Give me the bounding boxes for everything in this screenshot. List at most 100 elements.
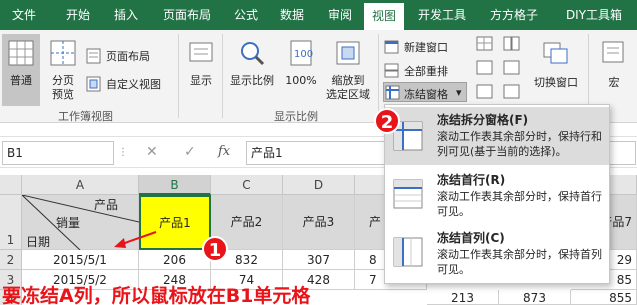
unhide-icon[interactable] <box>476 84 494 100</box>
column-header[interactable]: C <box>211 175 283 195</box>
macros-icon <box>602 41 624 63</box>
arrange-all-button[interactable]: 全部重排 <box>384 62 466 80</box>
instruction-caption: 要冻结A列，所以鼠标放在B1单元格 <box>2 285 311 305</box>
normal-view-button[interactable]: 普通 <box>2 34 40 106</box>
new-window-button[interactable]: 新建窗口 <box>384 38 466 56</box>
tab-home[interactable]: 开始 <box>56 0 100 30</box>
normal-view-label: 普通 <box>10 74 32 87</box>
select-all-corner[interactable] <box>0 175 22 195</box>
cell-b2[interactable]: 206 <box>139 250 211 270</box>
custom-views-label: 自定义视图 <box>106 78 161 91</box>
tab-diy-toolbox[interactable]: DIY工具箱 <box>554 0 634 30</box>
ribbon-separator <box>378 34 379 118</box>
svg-text:100: 100 <box>294 49 313 60</box>
column-header[interactable]: A <box>22 175 139 195</box>
custom-views-icon <box>86 76 101 92</box>
column-header[interactable]: B <box>139 175 211 195</box>
row-header[interactable]: 2 <box>0 250 22 270</box>
step-badge-2: 2 <box>374 108 400 134</box>
zoom-button[interactable]: 显示比例 <box>226 34 278 106</box>
header-product-label: 产品 <box>94 198 119 212</box>
zoom-to-selection-button[interactable]: 缩放到 选定区域 <box>322 34 374 106</box>
new-window-label: 新建窗口 <box>404 41 448 54</box>
insert-function-icon[interactable]: fx <box>218 144 230 159</box>
switch-windows-icon <box>543 42 568 64</box>
zoom-label: 显示比例 <box>230 74 274 87</box>
switch-windows-button[interactable]: 切换窗口 <box>528 34 584 106</box>
tab-page-layout[interactable]: 页面布局 <box>152 0 222 30</box>
custom-views-button[interactable]: 自定义视图 <box>86 74 176 94</box>
cell-g4[interactable]: 873 <box>499 290 571 305</box>
freeze-panes-menu-item[interactable]: 冻结拆分窗格(F) 滚动工作表其余部分时，保持行和列可见(基于当前的选择)。 <box>385 107 609 165</box>
page-break-preview-icon <box>50 40 76 66</box>
show-label: 显示 <box>190 74 212 87</box>
freeze-top-row-icon <box>393 179 423 209</box>
header-date-label: 日期 <box>26 235 51 249</box>
row-header[interactable]: 1 <box>0 195 22 250</box>
cell-d1[interactable]: 产品3 <box>283 195 355 250</box>
reset-window-icon[interactable] <box>503 84 521 100</box>
show-button[interactable]: 显示 <box>184 34 218 106</box>
freeze-first-column-description: 滚动工作表其余部分时，保持首列可见。 <box>437 248 602 276</box>
cell-d2[interactable]: 307 <box>283 250 355 270</box>
page-layout-icon <box>86 48 101 64</box>
freeze-panes-menu: 冻结拆分窗格(F) 滚动工作表其余部分时，保持行和列可见(基于当前的选择)。 冻… <box>384 104 610 284</box>
enter-icon[interactable]: ✓ <box>184 144 196 160</box>
tab-developer[interactable]: 开发工具 <box>410 0 474 30</box>
freeze-first-column-title: 冻结首列(C) <box>437 231 505 245</box>
tab-review[interactable]: 审阅 <box>318 0 362 30</box>
tab-insert[interactable]: 插入 <box>104 0 148 30</box>
tab-view[interactable]: 视图 <box>364 3 404 30</box>
cell-f4[interactable]: 213 <box>427 290 499 305</box>
switch-windows-label: 切换窗口 <box>534 76 578 89</box>
arrow-annotation <box>114 231 157 248</box>
page-layout-view-button[interactable]: 页面布局 <box>86 46 172 66</box>
tab-data[interactable]: 数据 <box>270 0 314 30</box>
magnifier-icon <box>241 42 265 66</box>
arrange-all-label: 全部重排 <box>404 65 448 78</box>
show-icon <box>189 42 213 62</box>
zoom-100-button[interactable]: 100 100% <box>282 34 320 106</box>
name-box[interactable]: B1 <box>2 141 114 165</box>
step-badge-1: 1 <box>202 236 228 262</box>
freeze-top-row-description: 滚动工作表其余部分时，保持首行可见。 <box>437 190 602 218</box>
normal-view-icon <box>8 40 34 66</box>
column-header[interactable]: D <box>283 175 355 195</box>
page-layout-label: 页面布局 <box>106 50 150 63</box>
freeze-first-column-menu-item[interactable]: 冻结首列(C) 滚动工作表其余部分时，保持首列可见。 <box>385 225 609 283</box>
zoom-to-selection-label: 缩放到 选定区域 <box>326 74 370 101</box>
split-icon[interactable] <box>476 36 494 52</box>
freeze-panes-icon <box>385 85 400 100</box>
freeze-panes-button[interactable]: 冻结窗格 ▾ <box>383 82 467 102</box>
ribbon-tab-bar: 文件 开始 插入 页面布局 公式 数据 审阅 视图 开发工具 方方格子 DIY工… <box>0 0 637 30</box>
zoom-group-label: 显示比例 <box>274 110 318 123</box>
freeze-top-row-title: 冻结首行(R) <box>437 173 506 187</box>
tab-formulas[interactable]: 公式 <box>224 0 268 30</box>
page-break-preview-button[interactable]: 分页 预览 <box>44 34 82 106</box>
macros-label: 宏 <box>608 76 620 89</box>
cell-h4[interactable]: 855 <box>571 290 637 305</box>
cell-a2[interactable]: 2015/5/1 <box>22 250 139 270</box>
macros-button[interactable]: 宏 <box>594 34 634 106</box>
cancel-icon[interactable]: ✕ <box>146 144 158 160</box>
tab-file[interactable]: 文件 <box>2 0 46 30</box>
workbook-views-group-label: 工作簿视图 <box>58 110 113 123</box>
zoom-100-label: 100% <box>285 74 317 87</box>
view-side-by-side-icon[interactable] <box>503 36 521 52</box>
freeze-panes-description: 滚动工作表其余部分时，保持行和列可见(基于当前的选择)。 <box>437 130 602 158</box>
more-icon: ⋮ <box>118 147 128 158</box>
tab-fangfang[interactable]: 方方格子 <box>478 0 550 30</box>
header-sales-label: 销量 <box>56 216 81 230</box>
freeze-first-column-icon <box>393 237 423 267</box>
freeze-panes-title: 冻结拆分窗格(F) <box>437 113 529 127</box>
chevron-down-icon: ▾ <box>456 86 462 99</box>
zoom-100-icon: 100 <box>290 40 313 66</box>
freeze-top-row-menu-item[interactable]: 冻结首行(R) 滚动工作表其余部分时，保持首行可见。 <box>385 167 609 225</box>
arrange-all-icon <box>384 63 399 78</box>
page-break-preview-label: 分页 预览 <box>52 74 74 101</box>
ribbon-separator <box>222 34 223 118</box>
freeze-panes-label: 冻结窗格 <box>404 88 448 101</box>
sync-scroll-icon[interactable] <box>503 60 521 76</box>
hide-icon[interactable] <box>476 60 494 76</box>
new-window-icon <box>384 40 399 54</box>
